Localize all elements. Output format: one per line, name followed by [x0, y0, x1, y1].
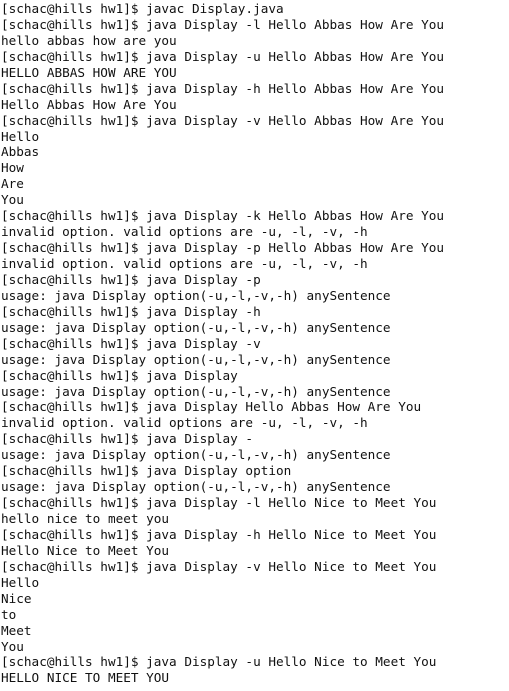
terminal-line: [schac@hills hw1]$ java Display option — [1, 463, 292, 479]
terminal-line: usage: java Display option(-u,-l,-v,-h) … — [1, 287, 391, 303]
terminal-line: invalid option. valid options are -u, -l… — [1, 415, 368, 431]
terminal-line: [schac@hills hw1]$ java Display -v — [1, 335, 261, 351]
terminal-line: hello nice to meet you — [1, 511, 170, 526]
terminal-line: [schac@hills hw1]$ java Display -u Hello… — [1, 654, 437, 670]
terminal-line: Hello — [1, 128, 40, 144]
terminal-line: [schac@hills hw1]$ java Display -u Hello… — [1, 48, 445, 64]
terminal-line: How — [1, 160, 24, 176]
terminal-line: [schac@hills hw1]$ java Display -v Hello… — [1, 112, 445, 128]
terminal-line: Hello — [1, 574, 40, 590]
terminal-line: You — [1, 638, 24, 654]
terminal-line: You — [1, 192, 24, 208]
terminal-line: hello abbas how are you — [1, 32, 177, 48]
terminal-line: [schac@hills hw1]$ java Display -l Hello… — [1, 495, 437, 511]
terminal-line: Abbas — [1, 144, 40, 160]
terminal-line: HELLO NICE TO MEET YOU — [1, 670, 170, 686]
terminal-line: [schac@hills hw1]$ java Display -h Hello… — [1, 526, 437, 542]
terminal-line: usage: java Display option(-u,-l,-v,-h) … — [1, 383, 391, 399]
terminal-line: Are — [1, 176, 24, 192]
terminal-line: [schac@hills hw1]$ java Display — [1, 367, 238, 383]
terminal-line: [schac@hills hw1]$ java Display -p — [1, 271, 261, 287]
terminal-line: usage: java Display option(-u,-l,-v,-h) … — [1, 479, 391, 495]
terminal-line: [schac@hills hw1]$ java Display Hello Ab… — [1, 399, 422, 415]
terminal-line: [schac@hills hw1]$ java Display -v Hello… — [1, 558, 437, 574]
terminal-line: [schac@hills hw1]$ java Display -l Hello… — [1, 16, 445, 32]
terminal-line: [schac@hills hw1]$ java Display -k Hello… — [1, 208, 445, 224]
terminal-line: invalid option. valid options are -u, -l… — [1, 256, 368, 271]
terminal-line: [schac@hills hw1]$ javac Display.java — [1, 1, 284, 16]
terminal-line: Hello Abbas How Are You — [1, 96, 177, 112]
terminal-line: usage: java Display option(-u,-l,-v,-h) … — [1, 351, 391, 367]
terminal-line: usage: java Display option(-u,-l,-v,-h) … — [1, 447, 391, 463]
terminal-line: HELLO ABBAS HOW ARE YOU — [1, 64, 177, 80]
terminal-output: [schac@hills hw1]$ javac Display.java [s… — [0, 0, 509, 691]
terminal-line: to — [1, 606, 17, 622]
terminal-line: [schac@hills hw1]$ java Display -p Hello… — [1, 240, 445, 256]
terminal-line: usage: java Display option(-u,-l,-v,-h) … — [1, 319, 391, 335]
terminal-line: Meet — [1, 622, 32, 638]
terminal-line: invalid option. valid options are -u, -l… — [1, 224, 368, 240]
terminal-line: [schac@hills hw1]$ java Display -h Hello… — [1, 80, 445, 96]
terminal-line: Nice — [1, 590, 32, 606]
terminal-line: [schac@hills hw1]$ java Display - — [1, 431, 254, 447]
terminal-line: Hello Nice to Meet You — [1, 542, 170, 558]
terminal-line: [schac@hills hw1]$ java Display -h — [1, 303, 261, 319]
